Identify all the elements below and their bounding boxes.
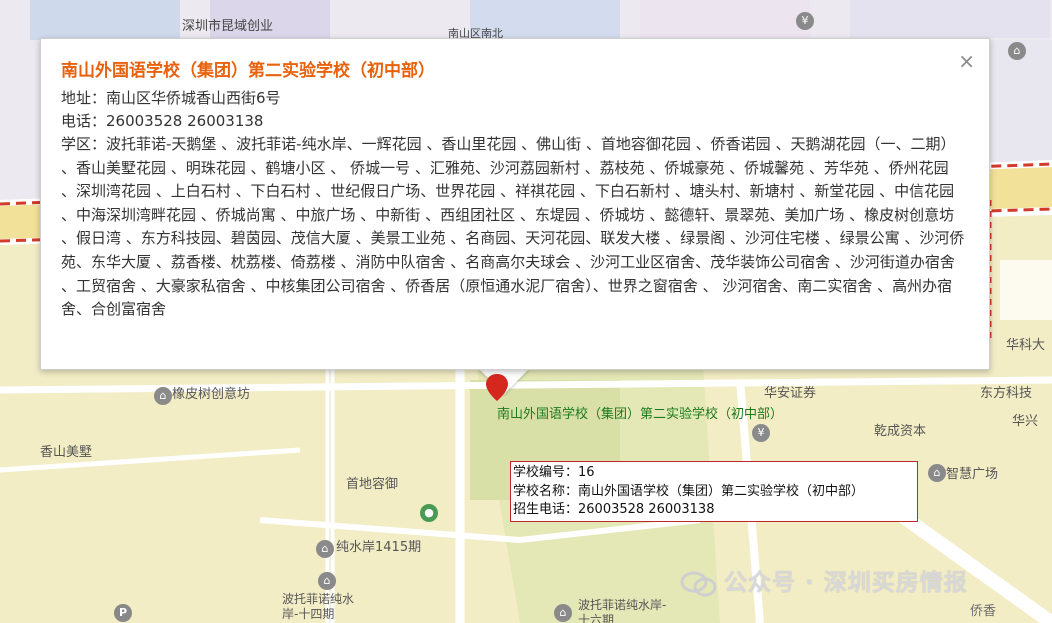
school-marker-icon[interactable]	[484, 372, 510, 402]
parking-icon[interactable]: P	[114, 604, 132, 622]
bank-icon[interactable]: ¥	[796, 12, 814, 30]
tooltip-school-number: 学校编号：16	[513, 465, 595, 480]
map-label-xiangpi: 橡皮树创意坊	[172, 387, 251, 402]
residence-icon[interactable]: ⌂	[316, 540, 334, 558]
map-label-huake: 华科大	[1006, 338, 1046, 353]
park-icon[interactable]: ●	[420, 504, 438, 522]
watermark: 公众号 · 深圳买房情报	[680, 563, 968, 597]
map-label-chunshui: 纯水岸1415期	[336, 540, 422, 555]
map-label-zhihui: 智慧广场	[946, 467, 999, 482]
map-label-shoudi: 首地容御	[346, 477, 399, 492]
tooltip-phone: 招生电话：26003528 26003138	[513, 502, 715, 517]
wechat-icon	[680, 571, 717, 596]
bank-icon[interactable]: ⌂	[1008, 42, 1026, 60]
map-label-bowater: 波托菲诺纯水岸-十四期	[282, 592, 355, 621]
map-label-huaxin: 华兴	[1012, 414, 1039, 429]
map-label-bowater2: 波托菲诺纯水岸-十六期	[578, 598, 667, 623]
bank-icon[interactable]: ¥	[752, 424, 770, 442]
residence-icon[interactable]: ⌂	[554, 604, 572, 622]
popup-phone: 电话：26003528 26003138	[61, 112, 264, 130]
popup-address: 地址：南山区华侨城香山西街6号	[61, 89, 281, 107]
school-map-label[interactable]: 南山外国语学校（集团）第二实验学校（初中部）	[497, 407, 783, 423]
school-info-tooltip: 学校编号：16 学校名称：南山外国语学校（集团）第二实验学校（初中部） 招生电话…	[510, 461, 918, 522]
map-label-dongfang: 东方科技	[980, 386, 1033, 401]
map-label-kunyu: 深圳市昆域创业	[182, 19, 274, 34]
school-info-popup: × 南山外国语学校（集团）第二实验学校（初中部） 地址：南山区华侨城香山西街6号…	[40, 38, 990, 370]
map-label-huaan: 华安证券	[764, 386, 817, 401]
close-icon[interactable]: ×	[958, 49, 975, 73]
residence-icon[interactable]: ⌂	[154, 387, 172, 405]
map-label-qiancheng: 乾成资本	[874, 424, 927, 439]
building-icon[interactable]: ⌂	[928, 464, 946, 482]
watermark-text: 公众号 · 深圳买房情报	[724, 570, 968, 596]
map-label-qiaoxiang: 侨香	[970, 604, 997, 619]
tooltip-school-name: 学校名称：南山外国语学校（集团）第二实验学校（初中部）	[513, 483, 865, 499]
residence-icon[interactable]: ⌂	[318, 572, 336, 590]
map-label-xiangshan-meishu: 香山美墅	[40, 445, 93, 460]
popup-title: 南山外国语学校（集团）第二实验学校（初中部）	[61, 61, 435, 81]
popup-school-district: 学区：波托菲诺-天鹅堡 、波托菲诺-纯水岸、一辉花园 、香山里花园 、佛山街 、…	[61, 135, 965, 319]
